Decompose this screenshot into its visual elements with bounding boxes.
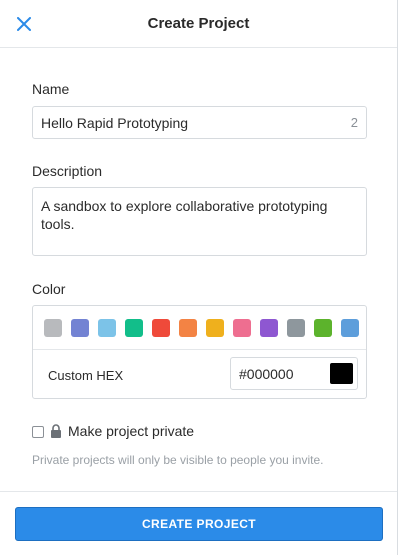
create-project-dialog: Create Project Name Hello Rapid Prototyp…	[0, 0, 398, 555]
private-hint: Private projects will only be visible to…	[32, 453, 324, 467]
color-swatch[interactable]	[179, 319, 197, 337]
custom-hex-value: #000000	[239, 366, 294, 382]
color-swatch[interactable]	[260, 319, 278, 337]
color-swatch[interactable]	[233, 319, 251, 337]
name-value: Hello Rapid Prototyping	[41, 115, 189, 131]
custom-hex-input[interactable]: #000000	[230, 357, 358, 390]
private-label: Make project private	[68, 423, 195, 439]
name-char-count: 2	[350, 115, 358, 130]
description-label: Description	[32, 163, 103, 179]
description-textarea[interactable]: A sandbox to explore collaborative proto…	[32, 187, 367, 256]
name-label: Name	[32, 81, 70, 97]
color-swatch[interactable]	[44, 319, 62, 337]
color-picker: Custom HEX #000000	[32, 305, 367, 399]
custom-hex-label: Custom HEX	[48, 368, 124, 383]
color-swatch[interactable]	[314, 319, 332, 337]
color-swatch[interactable]	[287, 319, 305, 337]
color-preview-swatch	[330, 363, 353, 384]
color-label: Color	[32, 281, 66, 297]
color-swatch[interactable]	[206, 319, 224, 337]
color-swatch[interactable]	[98, 319, 116, 337]
color-swatch[interactable]	[71, 319, 89, 337]
lock-icon	[51, 424, 61, 438]
description-value: A sandbox to explore collaborative proto…	[41, 198, 328, 232]
color-swatch[interactable]	[152, 319, 170, 337]
color-divider	[33, 349, 366, 350]
private-checkbox[interactable]	[32, 426, 44, 438]
dialog-footer: CREATE PROJECT	[0, 491, 397, 556]
create-project-button[interactable]: CREATE PROJECT	[15, 507, 383, 541]
dialog-header: Create Project	[0, 0, 397, 48]
dialog-title: Create Project	[147, 15, 250, 32]
color-swatch[interactable]	[341, 319, 359, 337]
name-input[interactable]: Hello Rapid Prototyping 2	[32, 106, 367, 139]
color-swatch[interactable]	[125, 319, 143, 337]
